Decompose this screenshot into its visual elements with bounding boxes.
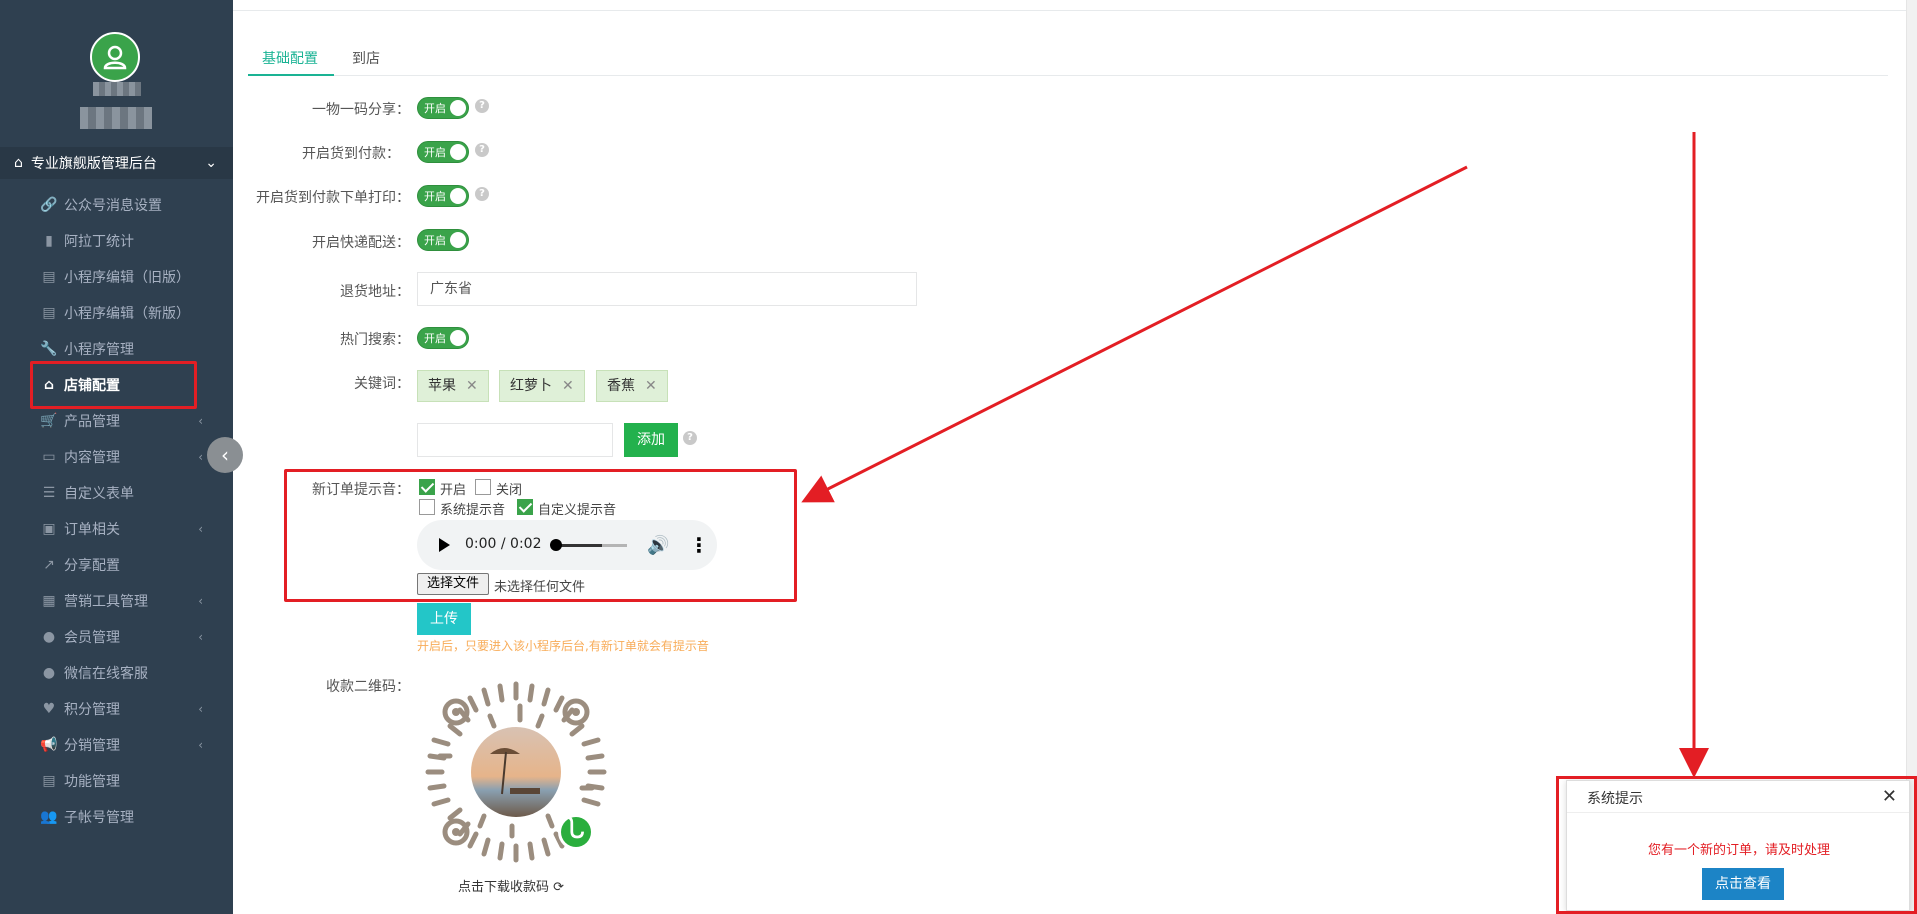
annotation-arrow-left (801, 165, 1468, 503)
annotation-box-popup (1556, 776, 1917, 914)
